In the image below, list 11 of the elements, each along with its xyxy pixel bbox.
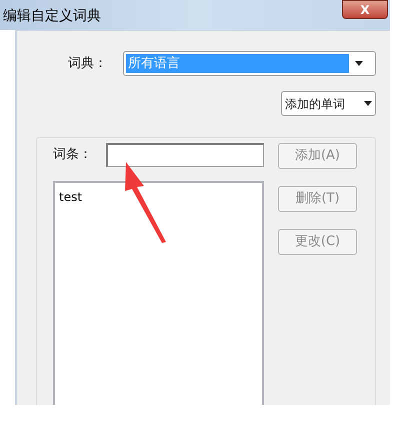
entry-label: 词条：	[53, 146, 93, 164]
dropdown-value: 所有语言	[126, 54, 349, 73]
dictionary-dropdown[interactable]: 所有语言	[123, 51, 376, 76]
close-button[interactable]: X	[342, 0, 388, 19]
caret-icon	[364, 101, 372, 106]
caret-icon	[355, 61, 363, 66]
entry-field[interactable]	[106, 143, 264, 167]
dictionary-label: 词典：	[68, 54, 108, 73]
window-title: 编辑自定义词典	[3, 7, 101, 26]
filter-dropdown[interactable]: 添加的单词	[281, 91, 376, 116]
list-item[interactable]: test	[58, 188, 84, 206]
